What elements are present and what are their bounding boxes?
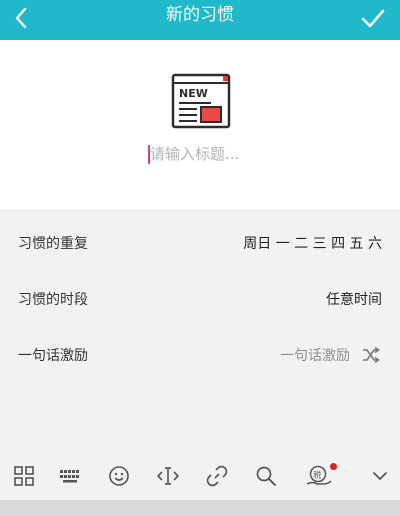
keyboard-top-edge — [0, 500, 400, 516]
svg-text:税: 税 — [313, 470, 321, 480]
top-app-bar: 新的习惯 — [0, 0, 400, 40]
svg-text:NEW: NEW — [179, 87, 208, 100]
link-icon[interactable] — [205, 464, 229, 488]
time-period-row[interactable]: 习惯的时段 任意时间 — [0, 271, 400, 327]
repeat-row[interactable]: 习惯的重复 周日 一 二 三 四 五 六 — [0, 215, 400, 271]
shuffle-icon[interactable] — [362, 347, 380, 363]
time-period-label: 习惯的时段 — [18, 292, 88, 308]
time-period-value: 任意时间 — [326, 292, 382, 308]
motivation-label: 一句话激励 — [18, 348, 88, 364]
repeat-value: 周日 一 二 三 四 五 六 — [243, 236, 382, 252]
keyboard-icon[interactable] — [58, 464, 82, 488]
text-cursor-icon[interactable] — [156, 464, 180, 488]
repeat-label: 习惯的重复 — [18, 236, 88, 252]
tax-hand-icon: 税 — [306, 465, 332, 485]
check-icon — [361, 9, 385, 28]
motivation-row[interactable]: 一句话激励 一句话激励 — [0, 327, 400, 383]
title-input[interactable] — [150, 143, 280, 165]
emoji-icon[interactable] — [107, 464, 131, 488]
page-title: 新的习惯 — [166, 5, 234, 25]
motivation-value: 一句话激励 — [280, 348, 350, 364]
search-icon[interactable] — [254, 464, 278, 488]
section-divider — [0, 210, 400, 211]
news-icon[interactable]: NEW — [171, 73, 231, 133]
keyboard-toolbar: 税 — [0, 450, 400, 500]
habit-hero-card: NEW — [0, 40, 400, 210]
chevron-down-icon[interactable] — [368, 464, 392, 488]
title-input-wrap[interactable] — [148, 143, 288, 165]
tax-hand-button[interactable]: 税 — [305, 463, 337, 488]
confirm-button[interactable] — [358, 4, 388, 34]
grid-icon[interactable] — [12, 464, 36, 488]
notification-dot — [330, 463, 337, 470]
